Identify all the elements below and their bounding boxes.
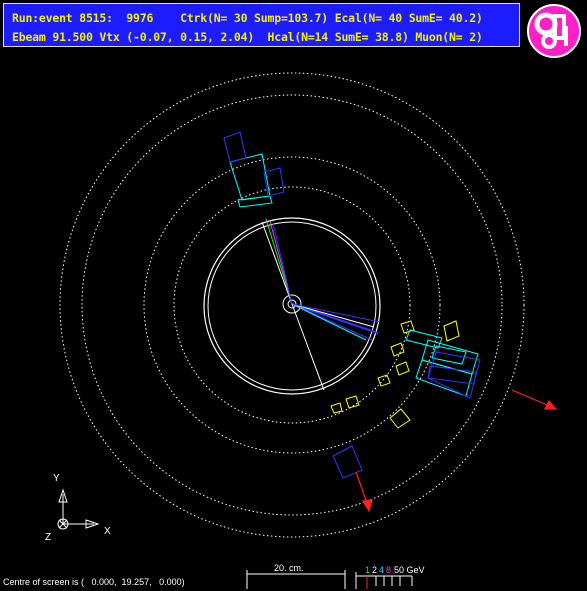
x-axis-label: X [104,526,111,537]
upper-jet-tracks [261,218,293,305]
energy-scale-labels: 1 2 4 8 50 GeV [365,565,425,575]
energy-tick-4: 4 [379,565,384,575]
event-display-canvas[interactable]: Y X Z 20. cm. 1 2 4 8 50 GeV [0,0,587,591]
y-axis-label: Y [53,473,60,484]
upper-muon-hits [223,131,285,197]
energy-tick-2: 2 [372,565,377,575]
energy-tick-8: 8 [386,565,391,575]
length-scale-label: 20. cm. [274,563,304,573]
energy-tick-50gev: 50 GeV [394,565,425,575]
centre-of-screen-readout: Centre of screen is ( 0.000, 19.257, 0.0… [3,577,185,587]
central-detector-inner-ring [207,221,377,391]
right-hcal-towers [405,329,479,397]
right-jet-tracks [291,303,381,341]
axis-indicator [57,488,100,530]
z-axis-label: Z [45,532,51,543]
lower-muon-hits [332,445,363,479]
central-detector-outer-ring [203,217,381,395]
energy-tick-1: 1 [365,565,370,575]
